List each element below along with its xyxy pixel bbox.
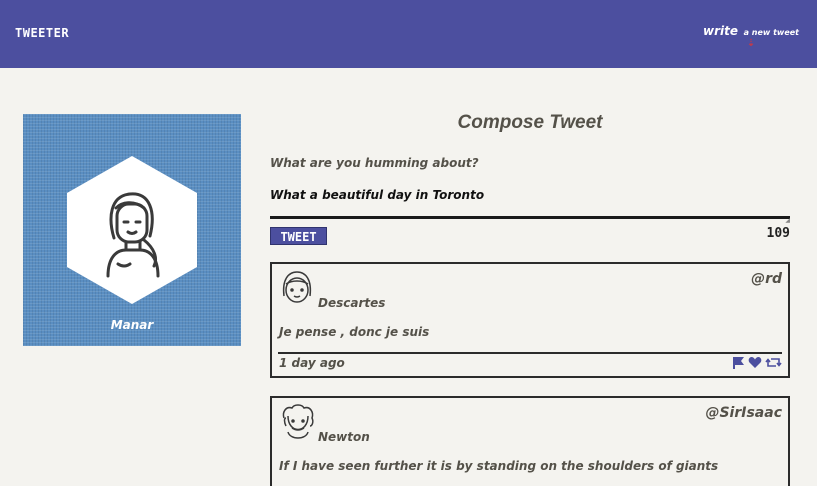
profile-card: Manar xyxy=(23,114,241,346)
tweet-text-input[interactable]: What a beautiful day in Toronto xyxy=(270,185,790,219)
user-avatar-icon xyxy=(280,404,316,446)
tweet-content: Je pense , donc je suis xyxy=(279,325,430,339)
resize-handle-icon[interactable]: ◢ xyxy=(785,217,790,224)
tweet-divider xyxy=(278,352,782,354)
brand-logo[interactable]: TWEETER xyxy=(15,26,69,40)
tweet-submit-button[interactable]: TWEET xyxy=(270,227,327,245)
tweet-actions xyxy=(732,356,782,369)
tweet-author-name: Descartes xyxy=(318,296,386,310)
heart-icon[interactable] xyxy=(748,356,762,369)
compose-title: Compose Tweet xyxy=(457,112,603,133)
compose-tweet-section: Compose Tweet What are you humming about… xyxy=(270,112,790,245)
flag-icon[interactable] xyxy=(732,356,745,369)
user-avatar-icon xyxy=(106,192,160,278)
tweet-card: Newton @SirIsaac If I have seen further … xyxy=(270,396,790,486)
compose-prompt-label: What are you humming about? xyxy=(270,156,479,170)
compose-toggle-sublabel: a new tweet xyxy=(743,28,799,37)
compose-toggle-label: write xyxy=(703,24,739,38)
tweet-card: Descartes @rd Je pense , donc je suis 1 … xyxy=(270,262,790,378)
tweet-author-handle: @SirIsaac xyxy=(705,405,782,421)
user-avatar-icon xyxy=(280,270,314,310)
tweet-content: If I have seen further it is by standing… xyxy=(279,459,719,473)
tweet-author-name: Newton xyxy=(318,430,370,444)
character-counter: 109 xyxy=(766,226,790,241)
tweet-timestamp: 1 day ago xyxy=(279,356,345,370)
chevron-down-icon: ⇣ xyxy=(746,38,756,49)
profile-username: Manar xyxy=(110,318,154,332)
retweet-icon[interactable] xyxy=(765,356,782,369)
tweet-author-handle: @rd xyxy=(751,271,782,287)
top-navbar: TWEETER write a new tweet ⇣ xyxy=(0,0,817,68)
compose-toggle-button[interactable]: write a new tweet ⇣ xyxy=(703,20,799,49)
avatar xyxy=(67,156,197,304)
